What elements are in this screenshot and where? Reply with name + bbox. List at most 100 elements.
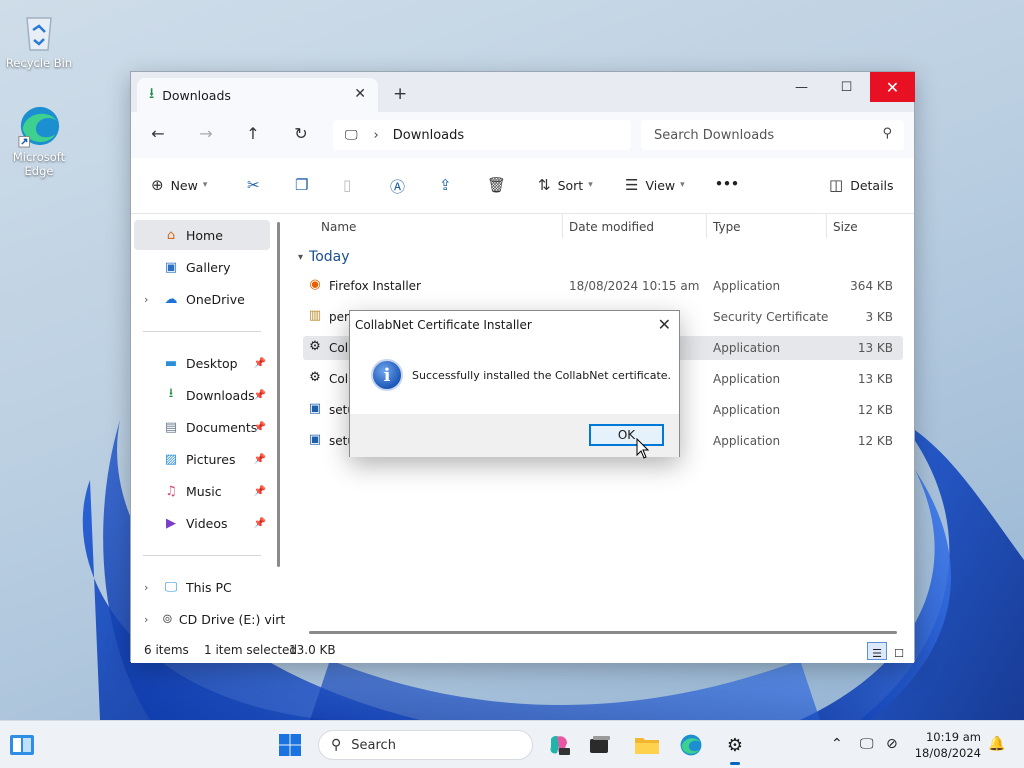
sidebar-item-home[interactable]: ⌂ Home	[134, 220, 270, 250]
sort-button[interactable]: ⇅ Sort ▾	[538, 176, 593, 194]
tab-close-icon[interactable]: ✕	[354, 86, 366, 102]
column-header-date[interactable]: Date modified	[569, 220, 654, 234]
item-count: 6 items	[144, 643, 189, 657]
cut-button[interactable]: ✂	[247, 176, 267, 194]
rename-button[interactable]: Ⓐ	[390, 176, 412, 197]
tiles-view-button[interactable]: ☐	[889, 642, 909, 660]
dialog-close-icon[interactable]: ✕	[658, 315, 671, 334]
chevron-down-icon: ▾	[588, 180, 593, 190]
chevron-right-icon[interactable]: ›	[144, 293, 148, 306]
details-label: Details	[850, 177, 894, 193]
certificate-installer-dialog: CollabNet Certificate Installer ✕ i Succ…	[349, 310, 680, 457]
setup-icon: ▣	[308, 432, 322, 447]
forward-arrow-icon[interactable]: →	[194, 124, 218, 143]
divider	[143, 555, 261, 556]
date: 18/08/2024	[914, 746, 981, 760]
certificate-installer-taskbar-button[interactable]: ⚙	[722, 732, 748, 765]
title-bar: ⭳ Downloads ✕ + — ☐ ✕	[131, 72, 915, 112]
application-icon: ⚙	[726, 734, 744, 756]
start-button[interactable]	[277, 732, 303, 758]
copilot-icon	[550, 736, 570, 755]
task-view-button[interactable]	[587, 732, 613, 758]
pin-icon: 📌	[253, 517, 266, 529]
desktop-icon-edge[interactable]: Microsoft Edge	[1, 104, 77, 178]
trash-icon: 🗑	[487, 176, 507, 194]
network-icon[interactable]: 🖵	[860, 736, 874, 752]
sidebar-item-music[interactable]: ♫ Music 📌	[134, 476, 270, 506]
sidebar-item-label: Documents	[186, 419, 258, 435]
details-view-button[interactable]: ☰	[867, 642, 887, 660]
mouse-cursor-icon	[636, 438, 650, 459]
sidebar-scrollbar[interactable]	[277, 222, 280, 567]
rename-icon: Ⓐ	[390, 178, 406, 196]
disc-drive-icon: ⊚	[162, 611, 173, 627]
copy-button[interactable]: ❐	[295, 176, 315, 194]
sidebar-item-onedrive[interactable]: › ☁ OneDrive	[134, 284, 270, 314]
new-button[interactable]: ⊕ New ▾	[151, 176, 207, 194]
up-arrow-icon[interactable]: ↑	[241, 124, 265, 143]
sidebar-item-downloads[interactable]: ⭳ Downloads 📌	[134, 380, 270, 410]
sidebar-item-label: CD Drive (E:) virt	[178, 611, 286, 627]
dialog-message: Successfully installed the CollabNet cer…	[412, 369, 672, 382]
edge-icon	[680, 734, 702, 756]
column-header-size[interactable]: Size	[833, 220, 858, 234]
details-view-icon: ☰	[872, 647, 882, 660]
back-arrow-icon[interactable]: ←	[146, 124, 170, 143]
breadcrumb[interactable]: Downloads	[393, 128, 464, 143]
chevron-right-icon[interactable]: ›	[144, 581, 148, 594]
column-header-name[interactable]: Name	[321, 220, 356, 234]
sidebar-item-desktop[interactable]: ▬ Desktop 📌	[134, 348, 270, 378]
sidebar-item-documents[interactable]: ▤ Documents 📌	[134, 412, 270, 442]
volume-muted-icon[interactable]: ⊘	[886, 736, 898, 752]
ok-button[interactable]: OK	[589, 424, 664, 446]
refresh-icon[interactable]: ↻	[289, 124, 313, 143]
sidebar-item-pictures[interactable]: ▨ Pictures 📌	[134, 444, 270, 474]
sidebar-item-label: OneDrive	[186, 291, 245, 307]
file-row[interactable]: ◉ Firefox Installer 18/08/2024 10:15 am …	[303, 274, 903, 298]
group-header-today[interactable]: ▾ Today	[298, 249, 350, 265]
command-bar: ⊕ New ▾ ✂ ❐ ▯ Ⓐ ⇪ 🗑 ⇅ Sort ▾ ☰ View ▾ ••…	[131, 158, 914, 214]
tab-downloads[interactable]: ⭳ Downloads ✕	[137, 78, 378, 112]
file-explorer-taskbar-button[interactable]	[634, 732, 660, 758]
sidebar-item-gallery[interactable]: ▣ Gallery	[134, 252, 270, 282]
paste-button[interactable]: ▯	[343, 176, 358, 194]
group-label: Today	[309, 249, 350, 265]
column-divider	[706, 214, 707, 238]
delete-button[interactable]: 🗑	[487, 176, 513, 194]
video-icon: ▶	[166, 515, 176, 531]
share-button[interactable]: ⇪	[439, 176, 459, 194]
widgets-button[interactable]	[9, 732, 35, 758]
details-pane-icon: ◫	[829, 176, 844, 194]
desktop-icon-label: Recycle Bin	[5, 56, 73, 70]
sidebar-item-cd-drive[interactable]: › ⊚ CD Drive (E:) virt	[134, 604, 286, 634]
dialog-title: CollabNet Certificate Installer	[355, 318, 532, 332]
chevron-right-icon[interactable]: ›	[144, 613, 148, 626]
column-header-type[interactable]: Type	[713, 220, 741, 234]
more-options-button[interactable]: •••	[715, 176, 739, 191]
chevron-down-icon: ▾	[298, 251, 304, 263]
new-tab-button[interactable]: +	[393, 84, 407, 104]
music-icon: ♫	[165, 483, 177, 499]
home-icon: ⌂	[166, 227, 176, 243]
desktop-icon-label: Microsoft Edge	[12, 150, 66, 178]
copilot-button[interactable]	[546, 732, 572, 758]
pin-icon: 📌	[253, 421, 266, 433]
info-icon: i	[371, 359, 403, 391]
details-pane-button[interactable]: ◫ Details	[829, 176, 894, 194]
address-bar[interactable]: 🖵 › Downloads	[333, 120, 631, 150]
desktop-icon-recycle-bin[interactable]: Recycle Bin	[1, 10, 77, 70]
maximize-button[interactable]: ☐	[824, 72, 869, 102]
notification-bell-icon[interactable]: 🔔	[988, 736, 1005, 752]
sidebar-item-videos[interactable]: ▶ Videos 📌	[134, 508, 270, 538]
pin-icon: 📌	[253, 485, 266, 497]
view-button[interactable]: ☰ View ▾	[625, 176, 685, 194]
sidebar-item-this-pc[interactable]: › 🖵 This PC	[134, 572, 270, 602]
close-window-button[interactable]: ✕	[870, 72, 915, 102]
chevron-up-icon[interactable]: ⌃	[831, 736, 843, 752]
edge-taskbar-button[interactable]	[678, 732, 704, 758]
clock[interactable]: 10:19 am 18/08/2024	[915, 729, 981, 761]
minimize-button[interactable]: —	[779, 72, 824, 102]
horizontal-scrollbar[interactable]	[309, 631, 897, 634]
taskbar-search[interactable]: ⚲ Search	[318, 730, 533, 760]
search-input[interactable]: Search Downloads ⚲	[641, 120, 904, 150]
